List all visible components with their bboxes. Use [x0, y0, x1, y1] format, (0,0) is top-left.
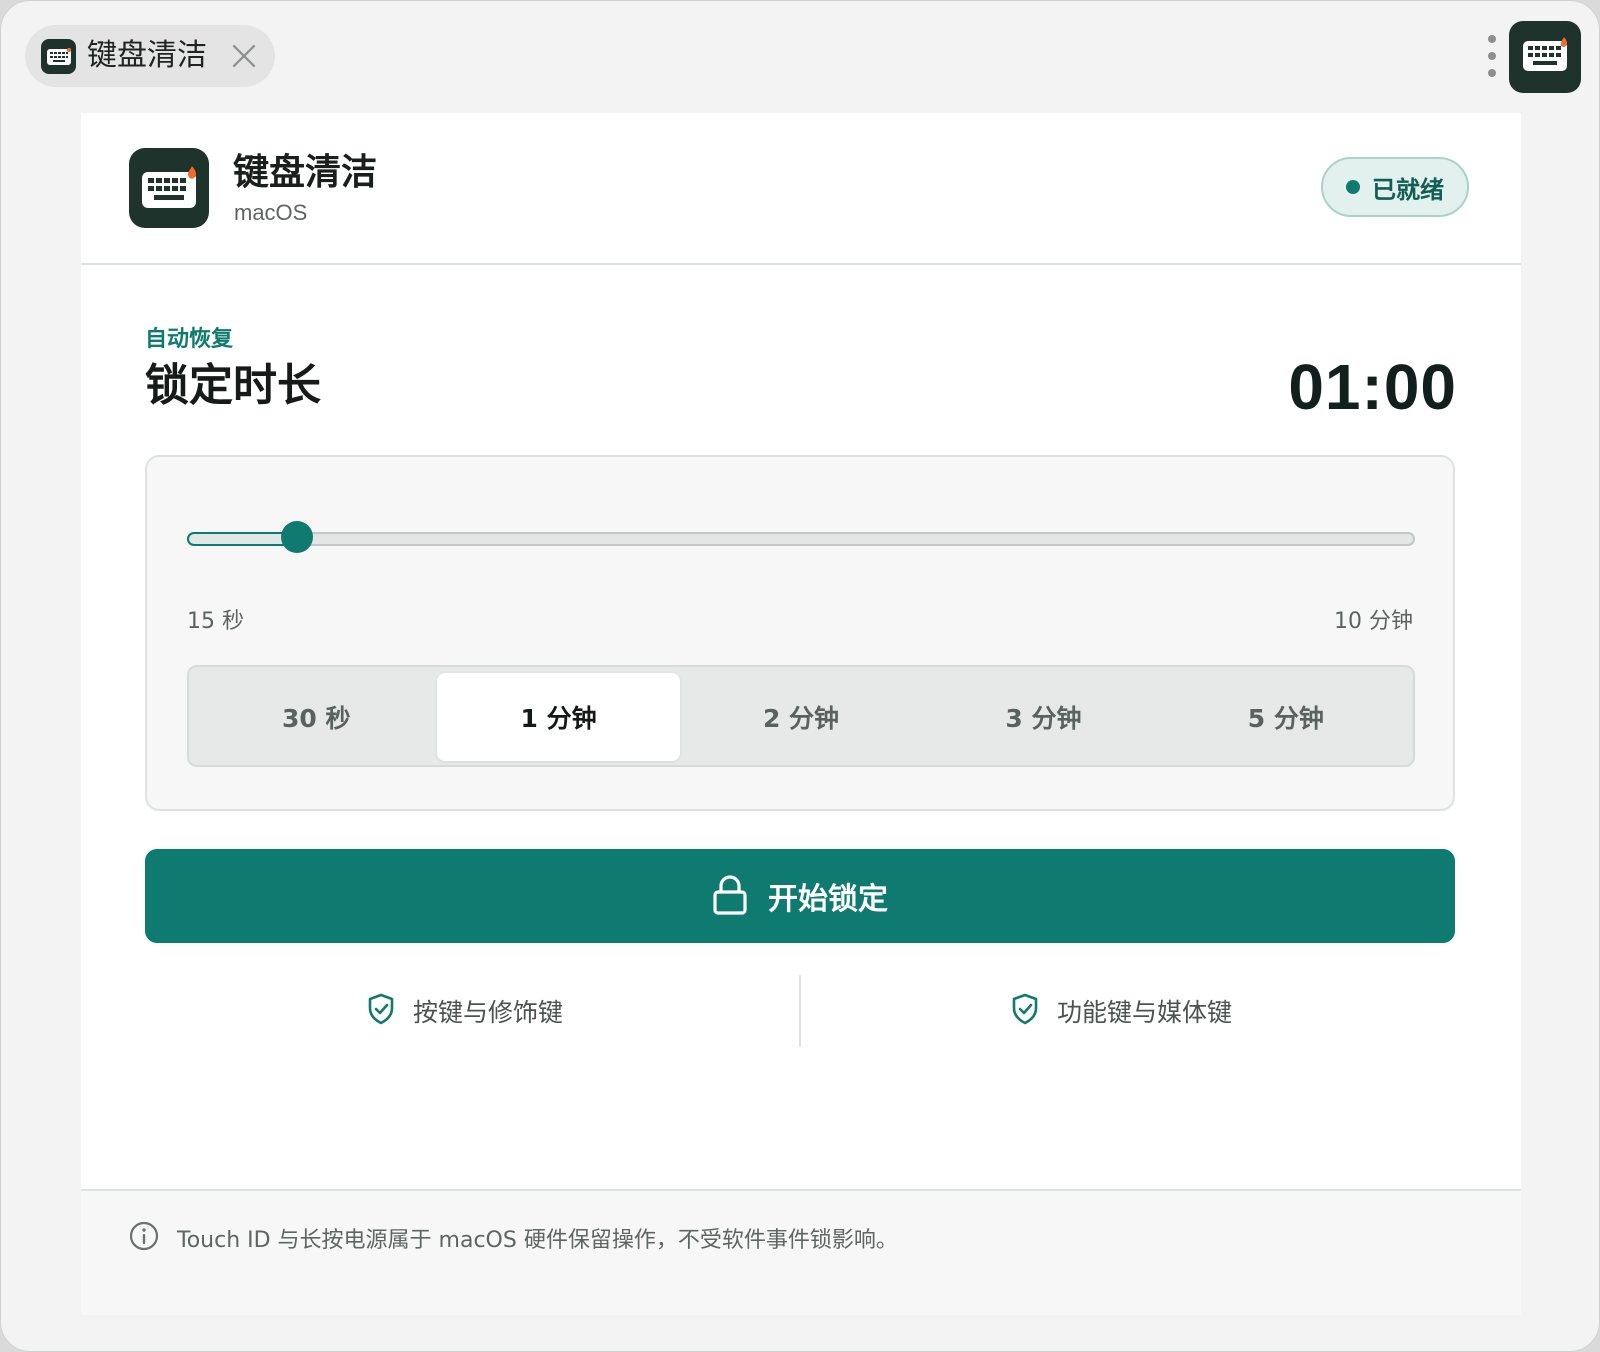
app-title: 键盘清洁 [233, 152, 378, 193]
slider-min-label: 15 秒 [187, 609, 244, 634]
preset-5min[interactable]: 5 分钟 [1165, 673, 1407, 761]
status-dot-icon [1346, 180, 1360, 194]
feature-label: 功能键与媒体键 [1057, 998, 1233, 1027]
start-lock-button[interactable]: 开始锁定 [145, 849, 1455, 943]
preset-1min[interactable]: 1 分钟 [437, 673, 680, 761]
tab-keyboard-clean[interactable]: 键盘清洁 [25, 25, 275, 87]
lock-duration-title: 锁定时长 [145, 360, 321, 411]
hardware-note-text: Touch ID 与长按电源属于 macOS 硬件保留操作，不受软件事件锁影响。 [177, 1228, 898, 1253]
slider-thumb[interactable] [281, 521, 313, 553]
slider-track[interactable] [187, 532, 1415, 546]
feature-list: 按键与修饰键 功能键与媒体键 [145, 975, 1455, 1049]
auto-restore-label: 自动恢复 [145, 327, 234, 352]
feature-function-media-keys: 功能键与媒体键 [1011, 993, 1232, 1029]
feature-label: 按键与修饰键 [413, 998, 564, 1027]
hardware-note: Touch ID 与长按电源属于 macOS 硬件保留操作，不受软件事件锁影响。 [129, 1221, 898, 1255]
tab-label: 键盘清洁 [87, 38, 207, 73]
keyboard-icon [129, 148, 209, 228]
status-label: 已就绪 [1372, 175, 1444, 204]
start-lock-label: 开始锁定 [768, 883, 888, 916]
toolbar-app-button[interactable] [1509, 21, 1581, 93]
app-platform: macOS [234, 200, 308, 225]
app-window: 键盘清洁 键盘清洁 macOS 已就绪 自动恢复 锁定时长 01:00 15 秒… [0, 0, 1600, 1352]
app-header: 键盘清洁 macOS 已就绪 [81, 113, 1521, 265]
status-badge: 已就绪 [1321, 157, 1469, 217]
info-icon [129, 1221, 159, 1255]
timer-readout: 01:00 [1288, 351, 1457, 423]
footer: Touch ID 与长按电源属于 macOS 硬件保留操作，不受软件事件锁影响。 [81, 1189, 1521, 1315]
slider-max-label: 10 分钟 [1334, 609, 1413, 634]
close-icon[interactable] [231, 43, 257, 69]
preset-segmented-control: 30 秒 1 分钟 2 分钟 3 分钟 5 分钟 [187, 665, 1415, 767]
shield-check-icon [367, 993, 395, 1029]
feature-keys-modifiers: 按键与修饰键 [367, 993, 563, 1029]
lock-icon [712, 874, 748, 918]
keyboard-icon [41, 39, 76, 74]
duration-control: 15 秒 10 分钟 30 秒 1 分钟 2 分钟 3 分钟 5 分钟 [145, 455, 1455, 811]
keyboard-icon [1521, 37, 1569, 77]
feature-divider [799, 975, 801, 1047]
preset-2min[interactable]: 2 分钟 [680, 673, 922, 761]
main-panel: 键盘清洁 macOS 已就绪 自动恢复 锁定时长 01:00 15 秒 10 分… [81, 113, 1521, 1315]
preset-3min[interactable]: 3 分钟 [922, 673, 1164, 761]
duration-slider[interactable] [187, 519, 1415, 555]
kebab-icon[interactable] [1485, 35, 1499, 77]
preset-30s[interactable]: 30 秒 [195, 673, 437, 761]
shield-check-icon [1011, 993, 1039, 1029]
